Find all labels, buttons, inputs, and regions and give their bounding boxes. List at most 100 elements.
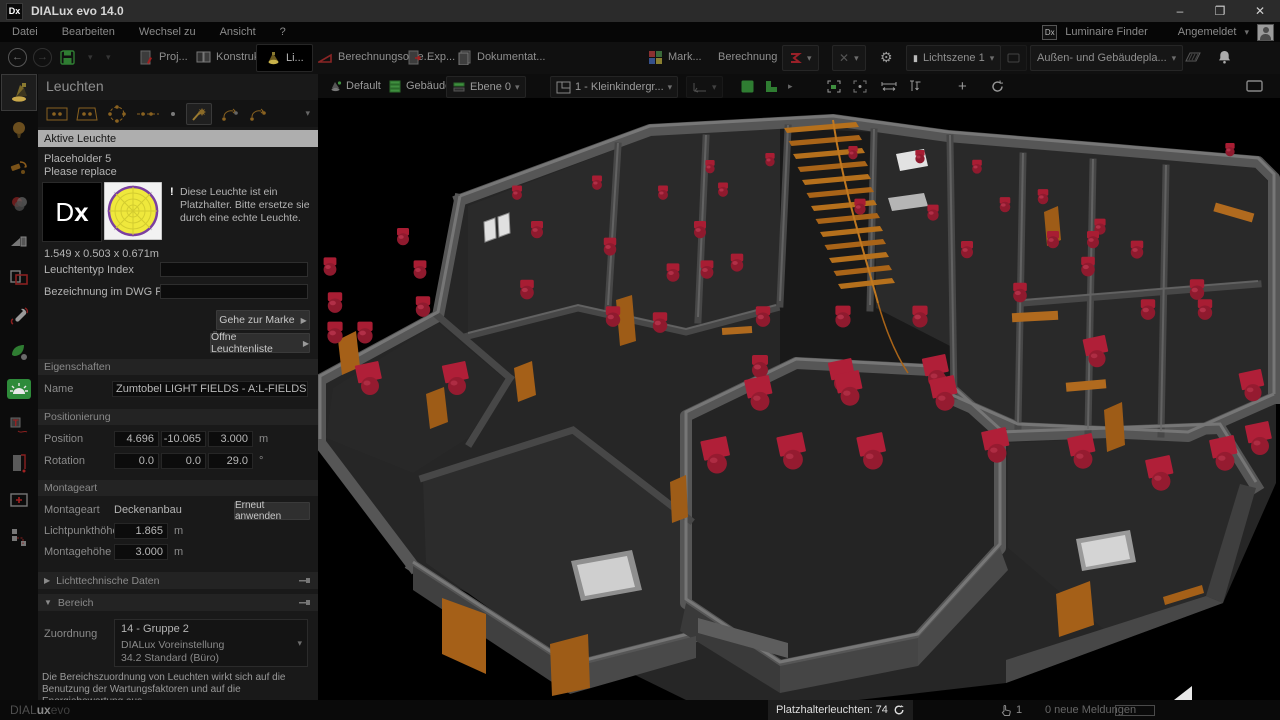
- luminaires-tool[interactable]: [1, 74, 37, 111]
- chevron-down-icon: ▾: [297, 638, 302, 649]
- lamps-tool[interactable]: [1, 111, 37, 148]
- calculation-button[interactable]: ▾: [782, 45, 819, 71]
- rotation-z-field[interactable]: 29.0: [208, 453, 253, 469]
- default-view-button[interactable]: Default: [328, 74, 381, 98]
- rotate-tool[interactable]: [990, 74, 1005, 98]
- filter-tool[interactable]: [1, 148, 37, 185]
- assignment-group: 14 - Gruppe 2: [121, 623, 189, 635]
- chevron-right-icon: ▶: [44, 576, 50, 585]
- dwg-name-input[interactable]: [160, 284, 308, 299]
- save-button[interactable]: [60, 42, 75, 72]
- move-tool[interactable]: +: [958, 74, 967, 98]
- rotation-x-field[interactable]: 0.0: [114, 453, 159, 469]
- area-section-header[interactable]: ▼ Bereich: [38, 594, 318, 611]
- line-arrangement-icon[interactable]: [136, 109, 160, 119]
- select-point-tool[interactable]: [852, 74, 868, 98]
- energy-tool[interactable]: [1, 333, 37, 370]
- back-button[interactable]: ←: [8, 42, 27, 72]
- luminaire-type-index-input[interactable]: [160, 262, 308, 277]
- tab-markt[interactable]: Mark...: [648, 42, 702, 72]
- ramp-icon: [8, 230, 30, 252]
- menu-help[interactable]: ?: [268, 22, 298, 42]
- placeholder-count[interactable]: Platzhalterleuchten: 74: [768, 700, 913, 720]
- minimize-button[interactable]: –: [1160, 0, 1200, 22]
- area-assignment-select[interactable]: 14 - Gruppe 2 DIALux Voreinstellung 34.2…: [114, 619, 308, 667]
- light-point-height-field[interactable]: 1.865: [114, 523, 168, 539]
- tab-licht[interactable]: Li...: [256, 44, 313, 72]
- 3d-scene: [318, 98, 1280, 700]
- arrangement-toolbar: ▾: [38, 100, 318, 127]
- menu-wechsel-zu[interactable]: Wechsel zu: [127, 22, 208, 42]
- mounting-type-value: Deckenanbau: [114, 504, 182, 516]
- swap-icon[interactable]: [220, 106, 240, 122]
- rotation-y-field[interactable]: 0.0: [161, 453, 206, 469]
- circle-arrangement-icon[interactable]: [106, 104, 128, 124]
- menu-ansicht[interactable]: Ansicht: [208, 22, 268, 42]
- position-z-field[interactable]: 3.000: [208, 431, 253, 447]
- restore-button[interactable]: ❐: [1200, 0, 1240, 22]
- forward-button[interactable]: →: [33, 42, 52, 72]
- mounting-height-field[interactable]: 3.000: [114, 544, 168, 560]
- colors-tool[interactable]: [1, 185, 37, 222]
- fill-tool[interactable]: [740, 74, 755, 98]
- ramp-tool[interactable]: [1, 222, 37, 259]
- login-status[interactable]: Angemeldet: [1178, 26, 1237, 38]
- chevron-down-icon[interactable]: ▾: [305, 108, 310, 119]
- scene-preview-button[interactable]: [1000, 45, 1027, 71]
- calculation-label: Berechnung: [718, 42, 777, 72]
- undo-dropdown[interactable]: ▾: [88, 42, 93, 72]
- light-scene-select[interactable]: ▮ Lichtszene 1 ▾: [906, 45, 1001, 71]
- fullscreen-view-button[interactable]: [1246, 74, 1263, 98]
- copy-tool[interactable]: [1, 259, 37, 296]
- menu-bearbeiten[interactable]: Bearbeiten: [50, 22, 127, 42]
- view-frame-tool[interactable]: [1, 481, 37, 518]
- open-luminaire-list-button[interactable]: Öffne Leuchtenliste▶: [210, 333, 310, 353]
- goto-brand-button[interactable]: Gehe zur Marke▶: [216, 310, 310, 330]
- tab-export[interactable]: Exp...: [408, 42, 455, 72]
- surface-view-button[interactable]: [1182, 42, 1202, 72]
- planning-scope-select[interactable]: Außen- und Gebäudepla... ▾: [1030, 45, 1183, 71]
- level-select[interactable]: Ebene 0 ▾: [446, 76, 526, 98]
- corner-tool[interactable]: [764, 74, 779, 98]
- cancel-calculation-button[interactable]: ✕ ▾: [832, 45, 866, 71]
- chevron-down-icon: ▾: [1244, 27, 1249, 38]
- menu-datei[interactable]: Datei: [0, 22, 50, 42]
- project-icon: [140, 50, 154, 65]
- settings-button[interactable]: ⚙: [880, 42, 893, 72]
- avatar[interactable]: [1257, 24, 1274, 41]
- position-unit: m: [259, 433, 268, 445]
- position-y-field[interactable]: -10.065: [161, 431, 206, 447]
- luminaire-finder-link[interactable]: Luminaire Finder: [1065, 26, 1148, 38]
- trapezoid-arrangement-icon[interactable]: [76, 106, 98, 122]
- select-area-tool[interactable]: [826, 74, 842, 98]
- close-button[interactable]: ✕: [1240, 0, 1280, 22]
- pin-icon[interactable]: [299, 599, 310, 606]
- tab-projekt[interactable]: Proj...: [140, 42, 188, 72]
- swap-all-icon[interactable]: [248, 106, 268, 122]
- building-icon: [388, 79, 402, 93]
- cad-viewport[interactable]: [318, 98, 1280, 700]
- luminaire-name-field[interactable]: Zumtobel LIGHT FIELDS - A:L-FIELDS A 55W…: [112, 381, 308, 397]
- maintenance-tool[interactable]: [1, 296, 37, 333]
- text-label-icon: T: [8, 415, 30, 437]
- single-luminaire-icon[interactable]: [168, 109, 178, 119]
- auto-arrangement-tool[interactable]: [186, 103, 212, 125]
- door-tool[interactable]: [1, 444, 37, 481]
- distribute-h-tool[interactable]: [880, 74, 898, 98]
- photometric-section-header[interactable]: ▶ Lichttechnische Daten: [38, 572, 318, 589]
- structure-tool[interactable]: [1, 518, 37, 555]
- viewport-corner-grip[interactable]: [1174, 686, 1192, 700]
- field-arrangement-icon[interactable]: [46, 106, 68, 122]
- expand-tools[interactable]: ▸: [788, 74, 793, 98]
- reapply-button[interactable]: Erneut anwenden: [234, 502, 310, 520]
- daylight-tool[interactable]: [1, 370, 37, 407]
- position-x-field[interactable]: 4.696: [114, 431, 159, 447]
- pin-icon[interactable]: [299, 577, 310, 584]
- tab-dokumentation[interactable]: Dokumentat...: [458, 42, 545, 72]
- room-select[interactable]: 1 - Kleinkindergr... ▾: [550, 76, 678, 98]
- text-tool[interactable]: T: [1, 407, 37, 444]
- notifications-button[interactable]: [1218, 42, 1231, 72]
- dimension-tool[interactable]: ▾: [686, 76, 723, 98]
- distribute-v-tool[interactable]: [908, 74, 922, 98]
- redo-dropdown[interactable]: ▾: [106, 42, 111, 72]
